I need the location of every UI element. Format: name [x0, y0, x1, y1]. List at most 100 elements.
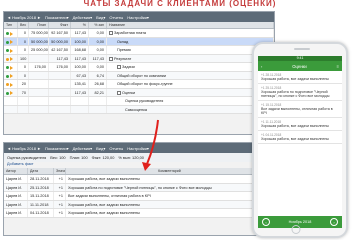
row-value: +1 [54, 175, 66, 183]
table-row[interactable]: 0 67,43 6,74 Общий оборот по компании [4, 71, 274, 80]
col-value[interactable]: Значение [54, 168, 66, 174]
row-name: Оценки [122, 90, 136, 95]
list-item[interactable]: +1 11.11.2018 Хорошая работа, все задачи … [258, 118, 342, 131]
row-percent: 67,43 [71, 71, 89, 79]
row-percent: 168,68 [71, 46, 89, 54]
row-name: Оценка руководителя [125, 99, 164, 103]
row-date: 15.11.2018 [28, 192, 54, 200]
row-comment: Хорошая работа по подготовке "Черной пят… [66, 183, 274, 191]
row-date: 28.11.2018 [28, 175, 54, 183]
col-percent-done[interactable]: % зап [89, 22, 107, 28]
menu-view[interactable]: Вид▾ [96, 146, 105, 151]
play-icon [10, 65, 13, 70]
row-status-icon [4, 88, 18, 96]
phone-bottom-bar: ‹ Ноябрь 2018 › [258, 216, 342, 228]
row-comment: Хорошая работа, все задачи выполнены [66, 209, 274, 217]
row-value: +1 [54, 192, 66, 200]
col-fact[interactable]: Факт [49, 22, 71, 28]
next-month-icon[interactable]: › [330, 218, 338, 226]
row-percent-done: 117,43 [89, 54, 107, 62]
kpi-table-header: Тип Вес План Факт % % зап Название [4, 22, 274, 29]
menu-actions[interactable]: Действия▾ [73, 15, 93, 20]
item-text: Хорошая работа по подготовке "Черной пят… [261, 90, 330, 98]
row-comment: Хорошая работа, все задачи выполнены [66, 200, 274, 208]
status-dot-icon [6, 57, 9, 61]
table-row[interactable]: 0 50 000,00 50 000,00 100,00 0,00 Оклад [4, 37, 274, 46]
col-weight[interactable]: Вес [18, 22, 29, 28]
play-icon [10, 82, 13, 87]
row-author: Царев И. [4, 209, 28, 217]
list-item[interactable]: +1 25.11.2018 Хорошая работа по подготовк… [258, 84, 342, 101]
list-item[interactable]: +1 04.11.2018 Хорошая работа, все задачи … [258, 131, 342, 144]
row-weight: 100 [18, 54, 29, 62]
table-row[interactable]: 100 117,43 117,43 117,43 Результат [4, 54, 274, 63]
month-switcher[interactable]: ◄ Ноябрь 2018 ► [7, 146, 41, 151]
table-row[interactable]: 0 176,00 176,00 100,00 0,00 Задачи [4, 63, 274, 72]
row-plan [29, 54, 49, 62]
menu-view[interactable]: Вид▾ [96, 15, 105, 20]
menu-indicators[interactable]: Показатели▾ [45, 15, 69, 20]
row-status-icon [4, 63, 18, 71]
play-icon [10, 91, 13, 96]
expand-toggle-icon[interactable] [117, 90, 121, 95]
expand-toggle-icon[interactable] [117, 65, 121, 69]
list-item[interactable]: +1 15.11.2018 Все задачи выполнены, отлич… [258, 101, 342, 118]
row-status-icon [4, 46, 18, 54]
row-fact [49, 105, 71, 113]
row-weight: 0 [18, 63, 29, 71]
col-percent[interactable]: % [71, 22, 89, 28]
row-comment: Хорошая работа, все задачи выполнены [66, 175, 274, 183]
table-row[interactable]: 0 75 000,00 92 167,50 117,43 0,00 Заработная … [4, 29, 274, 38]
phone-title: Оценки [292, 63, 307, 69]
row-name: Самооценка [125, 107, 147, 112]
table-row[interactable]: Царев И. 25.11.2018 +1 Хорошая работа по по… [4, 183, 274, 192]
table-row[interactable]: 70 117,43 82,21 Оценки [4, 88, 274, 97]
col-type[interactable]: Тип [4, 22, 18, 28]
menu-actions[interactable]: Действия▾ [73, 146, 93, 151]
menu-settings[interactable]: Настройки▾ [127, 146, 149, 151]
row-fact [49, 71, 71, 79]
expand-toggle-icon[interactable] [109, 56, 113, 61]
table-row[interactable]: Царев И. 04.11.2018 +1 Хорошая работа, все … [4, 209, 274, 218]
row-name-cell: Общий оборот по фокус-группе [107, 80, 274, 88]
row-percent: 100,00 [71, 63, 89, 71]
table-row[interactable]: Царев И. 15.11.2018 +1 Все задачи выполнены… [4, 192, 274, 201]
row-percent: 100,00 [71, 37, 89, 45]
menu-reports[interactable]: Отчеты [109, 15, 123, 20]
row-name-cell: Оклад [107, 37, 274, 45]
phone-screen: 9:41 ‹ Оценки ≡ +1 28.11.2018 Хорошая раб… [258, 56, 342, 228]
table-row[interactable]: 0 25 000,00 42 167,50 168,68 0,00 Премия [4, 46, 274, 55]
menu-settings[interactable]: Настройки▾ [127, 15, 149, 20]
phone-month[interactable]: Ноябрь 2018 [289, 220, 312, 224]
expand-toggle-icon[interactable] [109, 31, 113, 35]
menu-reports[interactable]: Отчеты [109, 146, 123, 151]
row-date: 25.11.2018 [28, 183, 54, 191]
list-item[interactable]: +1 28.11.2018 Хорошая работа, все задачи … [258, 71, 342, 84]
table-row[interactable]: Оценка руководителя [4, 97, 274, 106]
indicator-fact: Факт: 120,00 [91, 155, 115, 160]
row-percent: 117,43 [71, 29, 89, 37]
col-date[interactable]: Дата [28, 168, 54, 174]
table-row[interactable]: 20 135,41 26,68 Общий оборот по фокус-групп… [4, 80, 274, 89]
col-name[interactable]: Название [107, 22, 274, 28]
table-row[interactable]: Царев И. 11.11.2018 +1 Хорошая работа, все … [4, 200, 274, 209]
row-name-cell: Оценка руководителя [107, 97, 274, 105]
menu-icon[interactable]: ≡ [337, 64, 339, 69]
col-comment[interactable]: Комментарий [66, 168, 274, 174]
back-icon[interactable]: ‹ [261, 64, 262, 69]
row-weight: 70 [18, 88, 29, 96]
col-author[interactable]: Автор [4, 168, 28, 174]
menu-indicators[interactable]: Показатели▾ [45, 146, 69, 151]
row-status-icon [4, 54, 18, 62]
play-icon [10, 74, 13, 79]
month-switcher[interactable]: ◄ Ноябрь 2018 ► [7, 15, 41, 20]
row-percent-done: 0,00 [89, 46, 107, 54]
status-dot-icon [6, 40, 9, 44]
status-dot-icon [6, 66, 9, 70]
row-weight: 0 [18, 46, 29, 54]
row-value: +1 [54, 200, 66, 208]
table-row[interactable]: Самооценка [4, 105, 274, 114]
prev-month-icon[interactable]: ‹ [262, 218, 270, 226]
col-plan[interactable]: План [29, 22, 49, 28]
table-row[interactable]: Царев И. 28.11.2018 +1 Хорошая работа, все … [4, 175, 274, 184]
